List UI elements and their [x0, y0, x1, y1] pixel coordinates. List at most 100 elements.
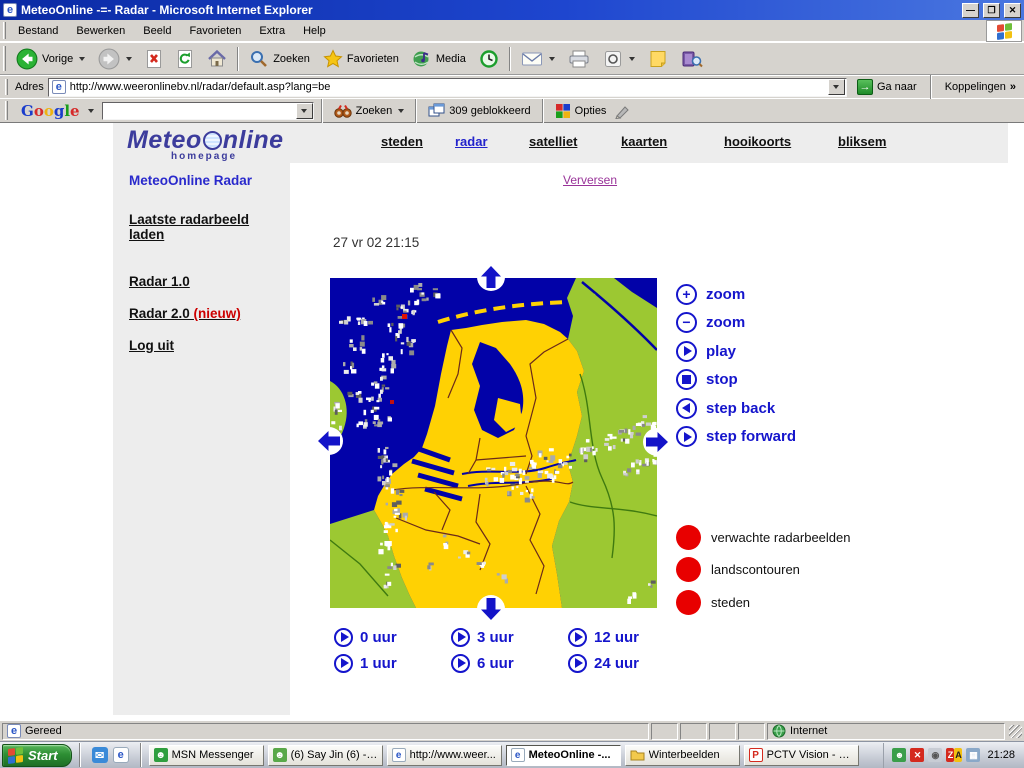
- nav-kaarten[interactable]: kaarten: [621, 134, 667, 149]
- address-input[interactable]: e http://www.weeronlinebv.nl/radar/defau…: [48, 78, 847, 97]
- address-dropdown-button[interactable]: [828, 79, 845, 95]
- legend-item[interactable]: steden: [676, 586, 850, 619]
- menu-help[interactable]: Help: [294, 21, 335, 41]
- toolbar-grip[interactable]: [5, 101, 8, 119]
- menu-bewerken[interactable]: Bewerken: [67, 21, 134, 41]
- time-3-uur-button[interactable]: 3 uur: [451, 624, 568, 650]
- nav-satelliet[interactable]: satelliet: [529, 134, 577, 149]
- step-back-button[interactable]: step back: [676, 394, 796, 423]
- go-button[interactable]: → Ga naar: [851, 77, 923, 98]
- play-button[interactable]: play: [676, 337, 796, 366]
- google-search-input[interactable]: [102, 102, 314, 120]
- refresh-button[interactable]: [170, 44, 200, 73]
- msn-quick-launch-icon[interactable]: ✉: [92, 747, 108, 763]
- time-0-uur-button[interactable]: 0 uur: [334, 624, 451, 650]
- mail-dropdown-caret[interactable]: [549, 57, 555, 61]
- time-24-uur-button[interactable]: 24 uur: [568, 650, 685, 676]
- sidebar-link-radar-2[interactable]: Radar 2.0 (nieuw): [129, 306, 280, 321]
- task-msn-messenger[interactable]: ☻ MSN Messenger: [149, 745, 264, 766]
- menu-favorieten[interactable]: Favorieten: [180, 21, 250, 41]
- pan-up-button[interactable]: [476, 262, 506, 292]
- mail-button[interactable]: [515, 44, 561, 73]
- task-winterbeelden-folder[interactable]: Winterbeelden: [625, 745, 740, 766]
- start-button[interactable]: Start: [2, 744, 72, 767]
- toolbar-grip[interactable]: [3, 22, 6, 39]
- close-button[interactable]: ✕: [1004, 3, 1021, 18]
- nav-bliksem[interactable]: bliksem: [838, 134, 886, 149]
- zoom-out-label: zoom: [706, 314, 745, 331]
- radar-map[interactable]: [330, 278, 657, 608]
- error-tray-icon[interactable]: ✕: [910, 748, 924, 762]
- sidebar-link-latest-radar[interactable]: Laatste radarbeeld laden: [129, 212, 264, 242]
- popup-blocked-button[interactable]: 309 geblokkeerd: [424, 100, 534, 121]
- search-button[interactable]: Zoeken: [243, 44, 316, 73]
- task-browser-weer[interactable]: e http://www.weer...: [387, 745, 502, 766]
- forward-button[interactable]: [92, 44, 138, 73]
- minimize-button[interactable]: —: [962, 3, 979, 18]
- home-button[interactable]: [201, 44, 233, 73]
- calendar-tray-icon[interactable]: ▦: [966, 748, 980, 762]
- step-forward-button[interactable]: step forward: [676, 423, 796, 452]
- globe-icon: [203, 131, 222, 150]
- nav-steden[interactable]: steden: [381, 134, 423, 149]
- zonealarm-a-icon[interactable]: A: [954, 748, 962, 762]
- forward-dropdown-caret[interactable]: [126, 57, 132, 61]
- messenger-status-icon[interactable]: ☻: [892, 748, 906, 762]
- pan-left-button[interactable]: [314, 426, 344, 456]
- status-pane: [738, 723, 765, 740]
- legend-item[interactable]: landscontouren: [676, 554, 850, 587]
- messenger-note-button[interactable]: [642, 44, 674, 73]
- status-pane: [651, 723, 678, 740]
- task-label: MSN Messenger: [172, 749, 254, 761]
- menu-beeld[interactable]: Beeld: [134, 21, 180, 41]
- time-12-uur-button[interactable]: 12 uur: [568, 624, 685, 650]
- restore-button[interactable]: ❐: [983, 3, 1000, 18]
- links-chevron-icon: »: [1010, 81, 1016, 93]
- google-search-dropdown[interactable]: [296, 103, 313, 119]
- address-bar: Adres e http://www.weeronlinebv.nl/radar…: [0, 75, 1024, 98]
- sidebar-link-radar-1[interactable]: Radar 1.0: [129, 274, 280, 289]
- edit-button[interactable]: [597, 44, 641, 73]
- task-say-jin-chat[interactable]: ☻ (6) Say Jin (6) - G...: [268, 745, 383, 766]
- google-search-button[interactable]: Zoeken: [330, 100, 409, 121]
- nav-radar[interactable]: radar: [455, 134, 488, 149]
- zonealarm-z-icon[interactable]: Z: [946, 748, 954, 762]
- pan-right-button[interactable]: [642, 427, 672, 457]
- back-button[interactable]: Vorige: [10, 44, 91, 73]
- history-button[interactable]: [473, 44, 505, 73]
- menu-bestand[interactable]: Bestand: [9, 21, 67, 41]
- sidebar-link-logout[interactable]: Log uit: [129, 338, 280, 353]
- google-search-caret[interactable]: [398, 109, 404, 113]
- legend-item[interactable]: verwachte radarbeelden: [676, 521, 850, 554]
- menu-extra[interactable]: Extra: [250, 21, 294, 41]
- zoom-in-button[interactable]: +zoom: [676, 280, 796, 309]
- toolbar-grip[interactable]: [3, 46, 6, 71]
- time-6-uur-button[interactable]: 6 uur: [451, 650, 568, 676]
- volume-icon[interactable]: ◉: [928, 748, 942, 762]
- print-button[interactable]: [562, 44, 596, 73]
- time-1-uur-button[interactable]: 1 uur: [334, 650, 451, 676]
- discuss-button[interactable]: [675, 44, 709, 73]
- stop-animation-button[interactable]: stop: [676, 366, 796, 395]
- internet-explorer-quick-launch-icon[interactable]: e: [113, 747, 129, 763]
- zoom-out-button[interactable]: −zoom: [676, 309, 796, 338]
- pan-down-button[interactable]: [476, 594, 506, 624]
- play-icon: [568, 628, 587, 647]
- media-button[interactable]: Media: [406, 44, 472, 73]
- task-pctv-vision[interactable]: P PCTV Vision - VCR: [744, 745, 859, 766]
- favorites-button[interactable]: Favorieten: [317, 44, 405, 73]
- highlighter-icon[interactable]: [614, 103, 632, 119]
- google-logo-menu[interactable]: Google: [15, 100, 98, 121]
- toolbar-grip[interactable]: [5, 79, 8, 95]
- nav-hooikoorts[interactable]: hooikoorts: [724, 134, 791, 149]
- stop-button[interactable]: [139, 44, 169, 73]
- options-button[interactable]: Opties: [551, 100, 611, 121]
- links-button[interactable]: Koppelingen »: [939, 77, 1022, 98]
- back-dropdown-caret[interactable]: [79, 57, 85, 61]
- task-meteoonline-active[interactable]: e MeteoOnline -...: [506, 745, 621, 766]
- google-dropdown-caret[interactable]: [88, 109, 94, 113]
- refresh-link[interactable]: Verversen: [563, 173, 617, 187]
- edit-dropdown-caret[interactable]: [629, 57, 635, 61]
- messenger-chat-icon: ☻: [273, 748, 287, 762]
- resize-gripper[interactable]: [1009, 725, 1022, 738]
